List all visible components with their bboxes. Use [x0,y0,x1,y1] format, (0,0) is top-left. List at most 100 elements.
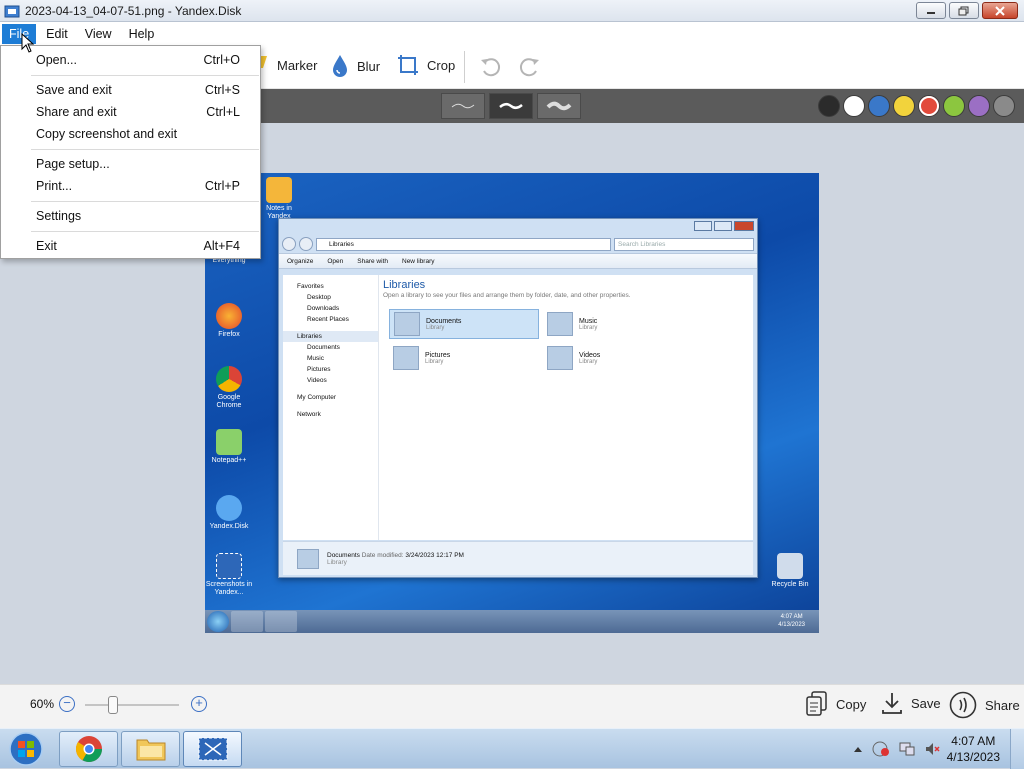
menu-page-setup[interactable]: Page setup... [2,153,259,175]
screenshot-image[interactable]: Notes in Yandex Everything Firefox Googl… [205,173,819,633]
close-button[interactable] [982,2,1018,19]
color-swatch[interactable] [968,95,990,117]
crop-tool[interactable]: Crop [397,54,455,76]
nav-item: Libraries [283,331,378,342]
zoom-slider-handle[interactable] [108,696,118,714]
zoom-slider-track[interactable] [85,704,179,706]
taskbar-clock[interactable]: 4:07 AM 4/13/2023 [947,733,1000,765]
file-menu-dropdown: Open... Ctrl+O Save and exit Ctrl+S Share … [0,45,261,259]
menu-exit[interactable]: Exit Alt+F4 [2,235,259,257]
share-icon [949,691,977,719]
taskbar-chrome[interactable] [59,731,118,767]
menu-save-and-exit[interactable]: Save and exit Ctrl+S [2,79,259,101]
save-button[interactable]: Save [881,691,941,715]
menu-share-and-exit[interactable]: Share and exit Ctrl+L [2,101,259,123]
menu-settings[interactable]: Settings [2,205,259,227]
nav-item: Music [307,355,324,362]
show-hidden-icons[interactable] [853,745,863,753]
show-desktop-button[interactable] [1010,729,1024,769]
mouse-cursor-icon [21,33,35,53]
screenshot-explorer-icon [265,611,297,632]
cmd-organize: Organize [287,257,314,265]
start-button[interactable] [4,731,48,767]
library-name: Documents [426,317,462,325]
desktop-icon-notes: Notes in Yandex [255,177,303,221]
library-pictures-icon [393,346,419,370]
crop-label: Crop [427,57,456,73]
library-name: Videos [579,351,601,359]
library-type: Library [579,358,598,365]
windows-taskbar: 4:07 AM 4/13/2023 [0,728,1024,769]
menu-open[interactable]: Open... Ctrl+O [2,49,259,71]
download-icon [882,693,902,714]
nav-item: Downloads [307,305,340,312]
crop-icon [398,55,418,75]
blur-tool[interactable]: Blur [331,54,380,78]
desktop-icon-chrome: Google Chrome [205,366,253,410]
color-swatch[interactable] [818,95,840,117]
undo-icon[interactable] [478,55,502,79]
copy-button[interactable]: Copy [806,691,866,717]
desktop-icon-label: Yandex.Disk [209,523,249,530]
restore-icon [958,6,969,15]
taskbar-explorer[interactable] [121,731,180,767]
network-error-icon[interactable] [872,741,890,757]
color-swatch[interactable] [893,95,915,117]
menu-print[interactable]: Print... Ctrl+P [2,175,259,197]
taskbar-yandex-screenshot[interactable] [183,731,242,767]
screenshot-tool-icon [198,737,227,761]
nav-item: Recent Places [307,316,349,323]
explorer-address-row: Libraries Search Libraries [279,235,757,253]
blur-drop-icon [333,55,347,77]
forward-icon [299,237,313,251]
menu-open-shortcut: Ctrl+O [203,53,240,67]
library-music: Music Library [543,309,693,339]
nav-item: Documents [307,344,340,351]
menu-save-shortcut: Ctrl+S [204,83,240,97]
share-button[interactable]: Share [949,691,1020,719]
screenshot-taskbar: 4:07 AM 4/13/2023 [205,610,819,633]
explorer-nav-pane: Favorites Desktop Downloads Recent Places Li… [283,275,379,540]
screenshot-chrome-icon [231,611,263,632]
stroke-medium[interactable] [489,93,533,119]
share-label: Share [985,697,1020,713]
folder-icon [136,739,165,761]
menu-copy-screenshot-and-exit[interactable]: Copy screenshot and exit [2,123,259,145]
app-icon [4,5,20,17]
redo-icon[interactable] [518,55,542,79]
stroke-thick[interactable] [537,93,581,119]
zoom-out-button[interactable]: − [59,696,75,712]
menu-page-setup-label: Page setup... [36,157,110,171]
color-swatch[interactable] [993,95,1015,117]
menu-help[interactable]: Help [122,24,162,44]
desktop-icon-label: Firefox [218,331,240,338]
explorer-search: Search Libraries [614,237,754,251]
windows-logo-icon [9,732,43,766]
color-swatch[interactable] [868,95,890,117]
title-bar: 2023-04-13_04-07-51.png - Yandex.Disk [0,0,1024,22]
desktop-icon-screenshots: Screenshots in Yandex... [205,553,253,597]
screenshot-start-icon [207,611,229,632]
explorer-window: Libraries Search Libraries Organize Open… [278,218,758,578]
marker-tool[interactable]: Marker [253,54,317,76]
thin-stroke-icon [451,103,475,109]
menu-edit[interactable]: Edit [39,24,75,44]
maximize-button[interactable] [949,2,979,19]
menu-open-label: Open... [36,53,77,67]
desktop-icon-label: Recycle Bin [771,581,809,588]
clock-date: 4/13/2023 [946,750,1000,764]
menu-view[interactable]: View [78,24,119,44]
library-name: Music [579,317,598,325]
minimize-button[interactable] [916,2,946,19]
menu-share-shortcut: Ctrl+L [206,105,240,119]
color-swatch[interactable] [843,95,865,117]
zoom-in-button[interactable]: + [191,696,207,712]
menu-exit-label: Exit [36,239,57,253]
color-swatch[interactable] [943,95,965,117]
volume-muted-icon[interactable] [924,741,940,757]
stroke-thin[interactable] [441,93,485,119]
color-swatch[interactable] [918,95,940,117]
network-icon[interactable] [899,741,915,757]
libraries-subheading: Open a library to see your files and arr… [383,292,631,299]
clock-time: 4:07 AM [951,734,996,748]
